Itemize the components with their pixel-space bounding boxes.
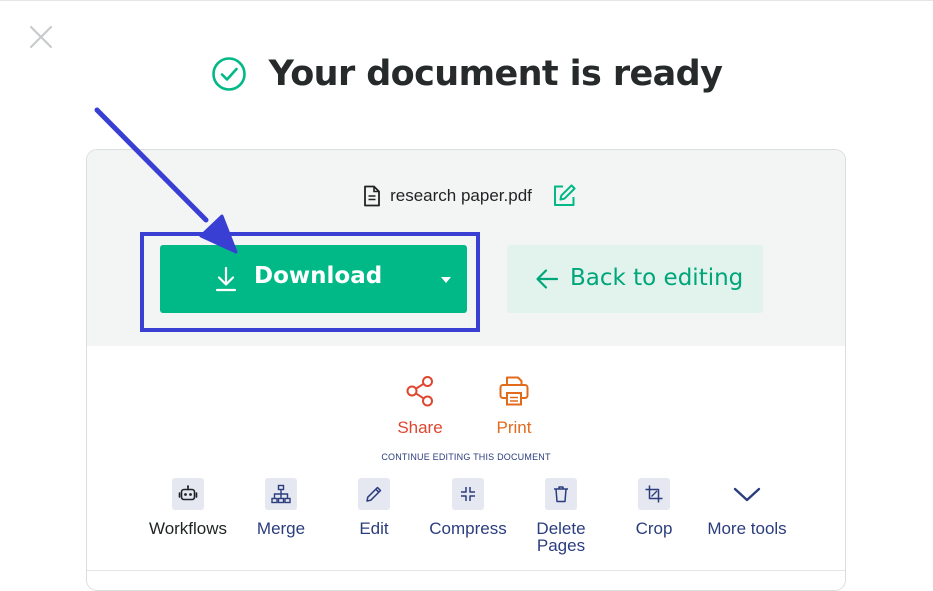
- back-to-editing-button[interactable]: Back to editing: [507, 245, 763, 313]
- printer-icon: [497, 374, 531, 408]
- close-icon: [29, 25, 53, 49]
- crop-icon: [638, 478, 670, 510]
- tool-compress[interactable]: Compress: [420, 478, 516, 537]
- close-button[interactable]: [27, 23, 55, 51]
- download-icon: [214, 265, 238, 293]
- arrow-left-icon: [534, 266, 560, 292]
- card-divider: [87, 570, 845, 571]
- tool-edit[interactable]: Edit: [326, 478, 422, 537]
- caret-down-icon[interactable]: [440, 276, 452, 284]
- tool-label: Crop: [635, 519, 673, 538]
- back-to-editing-label: Back to editing: [570, 265, 744, 291]
- print-label: Print: [496, 418, 532, 437]
- chevron-down-icon: [731, 478, 763, 510]
- merge-icon: [265, 478, 297, 510]
- robot-icon: [172, 478, 204, 510]
- tool-delete-pages[interactable]: Delete Pages: [513, 478, 609, 554]
- download-button[interactable]: Download: [160, 245, 467, 313]
- document-icon: [362, 185, 382, 207]
- file-row: research paper.pdf: [87, 180, 845, 212]
- download-label: Download: [254, 263, 383, 289]
- trash-icon: [545, 478, 577, 510]
- tool-label: Compress: [429, 519, 507, 538]
- tool-label: Edit: [359, 519, 389, 538]
- result-card: research paper.pdf Download Back to edit: [86, 149, 846, 591]
- tool-label: More tools: [707, 519, 787, 538]
- tool-crop[interactable]: Crop: [606, 478, 702, 537]
- edit-square-icon: [553, 184, 576, 206]
- rename-file-button[interactable]: [550, 182, 578, 210]
- tool-label: Workflows: [148, 519, 228, 538]
- file-name: research paper.pdf: [390, 186, 532, 205]
- page-title: Your document is ready: [268, 54, 723, 94]
- tool-label-line: Pages: [536, 536, 586, 555]
- pencil-icon: [358, 478, 390, 510]
- share-label: Share: [397, 418, 443, 437]
- tool-workflows[interactable]: Workflows: [140, 478, 236, 537]
- share-button[interactable]: Share: [380, 374, 460, 438]
- continue-editing-heading: CONTINUE EDITING THIS DOCUMENT: [381, 452, 551, 462]
- print-button[interactable]: Print: [474, 374, 554, 438]
- page-header: Your document is ready: [0, 48, 933, 100]
- tool-label: Delete Pages: [513, 520, 609, 554]
- share-icon: [403, 374, 437, 408]
- check-circle-icon: [211, 56, 247, 92]
- tool-more-tools[interactable]: More tools: [699, 478, 795, 537]
- tool-merge[interactable]: Merge: [233, 478, 329, 537]
- tool-label: Merge: [256, 519, 306, 538]
- top-divider: [0, 0, 933, 1]
- compress-icon: [452, 478, 484, 510]
